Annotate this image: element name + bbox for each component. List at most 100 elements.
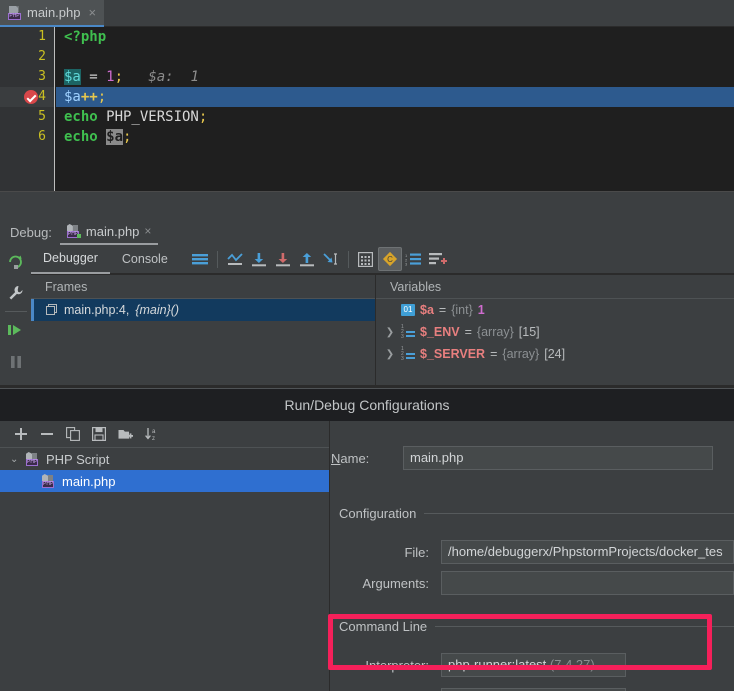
editor-tab-main-php[interactable]: PHP main.php × — [0, 0, 105, 27]
debug-label: Debug: — [10, 224, 52, 240]
file-label: File: — [404, 544, 429, 560]
tab-console[interactable]: Console — [110, 245, 180, 274]
variable-row[interactable]: ❯ 1 2 3 $_SERVER = {array} [24] — [376, 343, 734, 365]
name-label: Name: — [331, 450, 370, 466]
configurations-tree[interactable]: ⌄ PHP PHP Script PHP main.php — [0, 448, 329, 492]
chevron-down-icon[interactable]: ⌄ — [10, 454, 20, 465]
editor-tab-bar: PHP main.php × — [0, 0, 734, 27]
code-line[interactable] — [56, 47, 734, 67]
variable-name: $_ENV — [420, 325, 460, 339]
frame-row[interactable]: main.php:4, {main}() — [31, 299, 375, 321]
arguments-input[interactable] — [441, 571, 734, 595]
tree-group-php-script[interactable]: ⌄ PHP PHP Script — [0, 448, 329, 470]
chevron-right-icon[interactable]: ❯ — [384, 327, 396, 338]
code-token: 1 — [106, 69, 115, 85]
pause-program-icon[interactable] — [0, 346, 31, 378]
variable-type: {int} — [451, 303, 473, 317]
settings-gear-icon[interactable]: C — [377, 247, 402, 271]
debug-settings-wrench-icon[interactable] — [0, 277, 31, 309]
svg-text:a: a — [152, 429, 156, 435]
editor-gutter[interactable]: 123456 — [0, 27, 55, 191]
toolbar-separator — [347, 250, 349, 268]
frame-location: main.php:4, — [64, 303, 130, 317]
add-configuration-icon[interactable] — [10, 423, 32, 445]
code-token: <?php — [64, 29, 107, 45]
copy-configuration-icon[interactable] — [62, 423, 84, 445]
debug-session-label: main.php — [85, 223, 140, 239]
remove-configuration-icon[interactable] — [36, 423, 58, 445]
code-token: PHP_VERSION — [97, 109, 199, 125]
editor-tab-label: main.php — [27, 5, 81, 20]
close-icon[interactable]: × — [86, 5, 96, 20]
code-line[interactable]: $a++; — [56, 87, 734, 107]
toolbar-separator — [216, 250, 218, 268]
configuration-group-label: Configuration — [339, 506, 417, 521]
code-token: ++ — [80, 89, 98, 105]
tree-item-label: main.php — [62, 473, 116, 489]
variable-row[interactable]: ❯ 1 2 3 $_ENV = {array} [15] — [376, 321, 734, 343]
debug-session-tab[interactable]: PHP main.php × — [59, 219, 159, 245]
evaluate-expression-icon[interactable] — [354, 247, 378, 271]
breakpoint-icon[interactable] — [24, 90, 38, 104]
file-input[interactable]: /home/debuggerx/PhpstormProjects/docker_… — [441, 540, 734, 564]
chevron-right-icon[interactable]: ❯ — [384, 349, 396, 360]
frames-list[interactable]: main.php:4, {main}() — [31, 299, 375, 321]
step-into-icon[interactable] — [271, 247, 295, 271]
variable-row[interactable]: 01 $a = {int} 1 — [376, 299, 734, 321]
code-editor[interactable]: 123456 <?php $a = 1; $a: 1 $a++; echo PHP_V… — [0, 27, 734, 191]
save-configuration-icon[interactable] — [88, 423, 110, 445]
code-token: $a — [64, 89, 81, 105]
line-number[interactable]: 5 — [0, 107, 54, 127]
php-script-icon: PHP — [66, 224, 81, 238]
run-to-cursor-icon[interactable] — [319, 247, 343, 271]
mute-breakpoints-icon[interactable] — [188, 247, 212, 271]
code-token: ; — [123, 129, 132, 145]
svg-text:C: C — [387, 255, 393, 264]
array-value-icon: 123 — [401, 325, 415, 340]
line-number[interactable]: 4 — [0, 87, 54, 107]
resume-program-icon[interactable] — [0, 314, 31, 346]
new-folder-icon[interactable] — [114, 423, 136, 445]
variable-type: {array} — [502, 347, 540, 361]
name-input[interactable]: main.php — [403, 446, 713, 470]
variables-list[interactable]: 01 $a = {int} 1 ❯ 1 2 3 $_ENV = {array} [15] ❯ 1 2 3 $_SE… — [376, 299, 734, 365]
code-line[interactable]: echo PHP_VERSION; — [56, 107, 734, 127]
tab-debugger[interactable]: Debugger — [31, 245, 110, 274]
code-line[interactable]: $a = 1; $a: 1 — [56, 67, 734, 87]
step-over-icon[interactable] — [247, 247, 271, 271]
name-row: Name: main.php — [331, 445, 713, 471]
tree-item-main-php[interactable]: PHP main.php — [0, 470, 329, 492]
line-number[interactable]: 3 — [0, 67, 54, 87]
rerun-icon[interactable] — [0, 245, 31, 277]
debug-tool-window-header: Debug: PHP main.php × — [0, 219, 734, 245]
line-number[interactable]: 6 — [0, 127, 54, 147]
sort-variables-icon[interactable]: 1 2 3 — [402, 247, 426, 271]
code-area[interactable]: <?php $a = 1; $a: 1 $a++; echo PHP_VERSION;… — [56, 27, 734, 191]
variable-equals: = — [464, 325, 472, 339]
code-token: = — [80, 69, 107, 85]
configuration-group-header: Configuration — [339, 506, 734, 521]
line-number[interactable]: 2 — [0, 47, 54, 67]
variable-value: 1 — [477, 303, 485, 317]
close-icon[interactable]: × — [144, 224, 151, 238]
sort-alphabetically-icon[interactable]: a z — [140, 423, 162, 445]
code-token: ; — [198, 109, 208, 125]
line-number[interactable]: 1 — [0, 27, 54, 47]
php-file-icon: PHP — [8, 5, 21, 20]
variables-title: Variables — [376, 275, 734, 299]
step-out-icon[interactable] — [295, 247, 319, 271]
file-row: File: /home/debuggerx/PhpstormProjects/d… — [331, 539, 734, 565]
code-line[interactable]: echo $a; — [56, 127, 734, 147]
show-execution-point-icon[interactable] — [223, 247, 247, 271]
frames-pane: Frames main.php:4, {main}() — [31, 275, 375, 385]
php-file-icon: PHP — [42, 474, 56, 488]
array-value-icon: 123 — [401, 347, 415, 362]
dialog-title: Run/Debug Configurations — [0, 389, 734, 421]
stack-frame-icon — [46, 304, 58, 316]
add-watch-icon[interactable] — [426, 247, 450, 271]
arguments-label: Arguments: — [362, 575, 429, 591]
variable-equals: = — [438, 303, 447, 317]
code-line[interactable]: <?php — [56, 27, 734, 47]
arguments-row: Arguments: — [331, 570, 734, 596]
tree-item-label: PHP Script — [46, 451, 110, 467]
